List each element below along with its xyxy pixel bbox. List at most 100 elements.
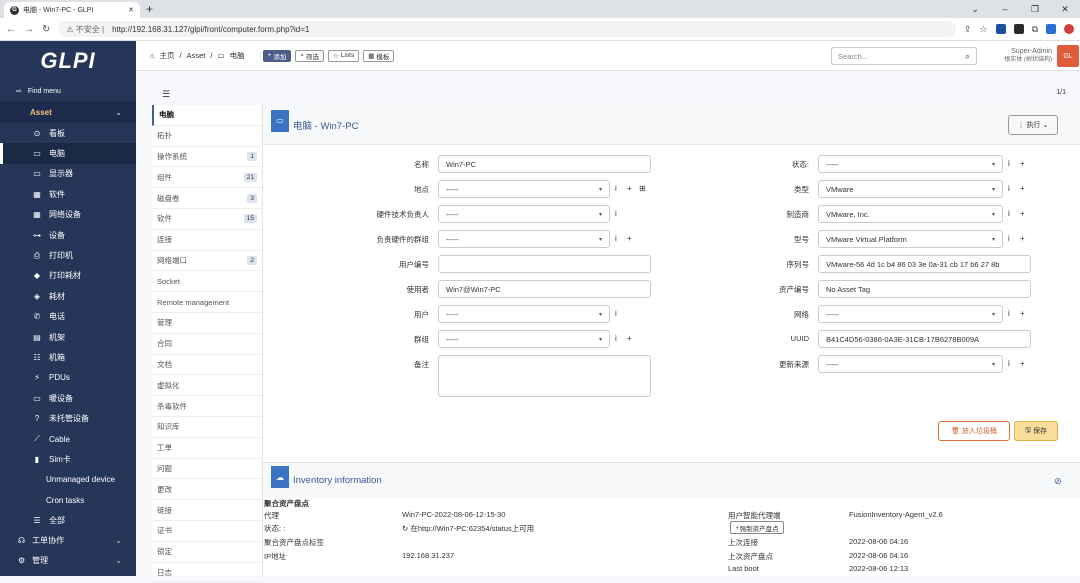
tab-1[interactable]: 拓扑 — [152, 126, 262, 147]
sidebar-item-all[interactable]: ☰ 全部 — [0, 510, 136, 530]
left-field-2[interactable]: ----- ▾ — [438, 205, 610, 223]
agent-status-link[interactable]: 在http://Win7-PC:62354/status上可用 — [410, 524, 534, 533]
right-field-6[interactable]: ----- ▾ — [818, 305, 1003, 323]
left-field-3[interactable]: ----- ▾ — [438, 230, 610, 248]
sidebar-item-cron-tasks[interactable]: Cron tasks — [0, 490, 136, 510]
ban-icon[interactable]: ⊘ — [1054, 476, 1062, 487]
tabs-list-icon[interactable]: ☰ — [162, 89, 170, 100]
browser-tab[interactable]: G 电脑 - Win7-PC - GLPI ✕ — [4, 2, 140, 18]
tab-14[interactable]: 杀毒软件 — [152, 396, 262, 417]
right-field-8[interactable]: ----- ▾ — [818, 355, 1003, 373]
breadcrumb-home[interactable]: 主页 — [160, 50, 175, 61]
add-icon[interactable]: + — [1020, 309, 1025, 318]
tab-12[interactable]: 文档 — [152, 355, 262, 376]
avatar[interactable]: GL — [1057, 45, 1079, 67]
close-window-icon[interactable]: ✕ — [1050, 0, 1080, 18]
breadcrumb-asset[interactable]: Asset — [187, 51, 206, 60]
info-icon[interactable]: i — [615, 184, 617, 193]
tab-4[interactable]: 磁盘卷 3 — [152, 188, 262, 209]
extension-b-icon[interactable] — [1013, 23, 1024, 34]
profile-icon[interactable] — [1064, 23, 1074, 34]
map-icon[interactable]: ⊞ — [639, 184, 646, 193]
tab-2[interactable]: 操作系统 1 — [152, 147, 262, 168]
tab-9[interactable]: Remote management — [152, 292, 262, 313]
sidebar-section-helpdesk[interactable]: ☊ 工单协作 ⌄ — [0, 531, 136, 551]
search-icon[interactable]: ⌕ — [965, 51, 970, 62]
right-field-2[interactable]: VMware, Inc. ▾ — [818, 205, 1003, 223]
left-field-8[interactable] — [438, 355, 651, 397]
info-icon[interactable]: i — [615, 209, 617, 218]
left-field-0[interactable]: Win7-PC — [438, 155, 651, 173]
extension-a-icon[interactable] — [995, 23, 1006, 34]
info-icon[interactable]: i — [615, 234, 617, 243]
right-field-1[interactable]: VMware ▾ — [818, 180, 1003, 198]
tab-11[interactable]: 合同 — [152, 334, 262, 355]
add-button[interactable]: + 添加 — [262, 49, 292, 62]
left-field-6[interactable]: ----- ▾ — [438, 305, 610, 323]
tab-17[interactable]: 问题 — [152, 459, 262, 480]
sidebar-section-admin[interactable]: ⚙ 管理 ⌄ — [0, 551, 136, 571]
force-inventory-button[interactable]: ⚡ 强制资产盘点 — [730, 521, 784, 534]
info-icon[interactable]: i — [615, 309, 617, 318]
info-icon[interactable]: i — [1008, 359, 1010, 368]
restore-icon[interactable]: ❐ — [1020, 0, 1050, 18]
sidebar-item-0[interactable]: ⊙ 看板 — [0, 123, 136, 143]
find-menu-button[interactable]: ⇨ Find menu — [0, 81, 136, 101]
add-icon[interactable]: + — [627, 234, 632, 243]
tab-15[interactable]: 知识库 — [152, 417, 262, 438]
sidebar-item-9[interactable]: ✆ 电话 — [0, 307, 136, 327]
sidebar-item-2[interactable]: ▭ 显示器 — [0, 164, 136, 184]
info-icon[interactable]: i — [1008, 209, 1010, 218]
left-field-4[interactable] — [438, 255, 651, 273]
right-field-4[interactable]: VMware-56 4d 1c b4 86 03 3e 0a-31 cb 17 … — [818, 255, 1031, 273]
back-icon[interactable]: ← — [6, 24, 16, 35]
sidebar-item-3[interactable]: ▦ 软件 — [0, 184, 136, 204]
sidebar-item-8[interactable]: ◈ 耗材 — [0, 286, 136, 306]
left-field-1[interactable]: ----- ▾ — [438, 180, 610, 198]
tab-19[interactable]: 链接 — [152, 500, 262, 521]
sidebar-item-6[interactable]: ⎙ 打印机 — [0, 245, 136, 265]
sidebar-item-12[interactable]: ⚡ PDUs — [0, 368, 136, 388]
right-field-3[interactable]: VMware Virtual Platform ▾ — [818, 230, 1003, 248]
add-icon[interactable]: + — [1020, 359, 1025, 368]
reload-icon[interactable]: ↻ — [42, 24, 50, 35]
info-icon[interactable]: i — [1008, 234, 1010, 243]
left-field-5[interactable]: Win7@Win7-PC — [438, 280, 651, 298]
sidebar-item-1[interactable]: ▭ 电脑 — [0, 143, 136, 164]
glpi-logo[interactable]: GLPI — [0, 41, 136, 81]
add-icon[interactable]: + — [1020, 209, 1025, 218]
tab-16[interactable]: 工单 — [152, 438, 262, 459]
sidebar-item-11[interactable]: ☷ 机箱 — [0, 347, 136, 367]
new-tab-icon[interactable]: + — [146, 2, 153, 16]
add-icon[interactable]: + — [627, 184, 632, 193]
home-icon[interactable]: ⌂ — [150, 51, 155, 60]
puzzle-icon[interactable]: ⧉ — [1032, 24, 1038, 35]
info-icon[interactable]: i — [1008, 159, 1010, 168]
tab-3[interactable]: 组件 21 — [152, 167, 262, 189]
forward-icon[interactable]: → — [24, 24, 34, 35]
tab-21[interactable]: 锁定 — [152, 542, 262, 563]
left-field-7[interactable]: ----- ▾ — [438, 330, 610, 348]
info-icon[interactable]: i — [1008, 309, 1010, 318]
sidebar-item-5[interactable]: ⊶ 设备 — [0, 225, 136, 245]
info-icon[interactable]: i — [615, 334, 617, 343]
info-icon[interactable]: i — [1008, 184, 1010, 193]
add-icon[interactable]: + — [1020, 184, 1025, 193]
bookmark-star-icon[interactable]: ☆ — [979, 24, 987, 35]
minimize-icon[interactable]: – — [990, 0, 1020, 18]
sidebar-item-16[interactable]: ▮ Sim卡 — [0, 449, 136, 469]
add-icon[interactable]: + — [627, 334, 632, 343]
tab-20[interactable]: 证书 — [152, 521, 262, 542]
collapse-icon[interactable]: ⌄ — [960, 0, 990, 18]
template-button[interactable]: ▦ 模板 — [363, 49, 395, 62]
tab-6[interactable]: 连接 — [152, 230, 262, 251]
sidebar-item-13[interactable]: ▭ 暖设备 — [0, 388, 136, 408]
tab-7[interactable]: 网络端口 2 — [152, 251, 262, 272]
tab-13[interactable]: 虚拟化 — [152, 375, 262, 397]
sidebar-item-10[interactable]: ▤ 机架 — [0, 327, 136, 347]
close-tab-icon[interactable]: ✕ — [128, 6, 134, 14]
tab-0[interactable]: 电脑 — [152, 105, 262, 126]
save-button[interactable]: 🖫 保存 — [1014, 421, 1058, 441]
sidebar-item-4[interactable]: ▦ 网络设备 — [0, 205, 136, 225]
actions-button[interactable]: ⋮ 执行 ⌄ — [1008, 115, 1058, 135]
